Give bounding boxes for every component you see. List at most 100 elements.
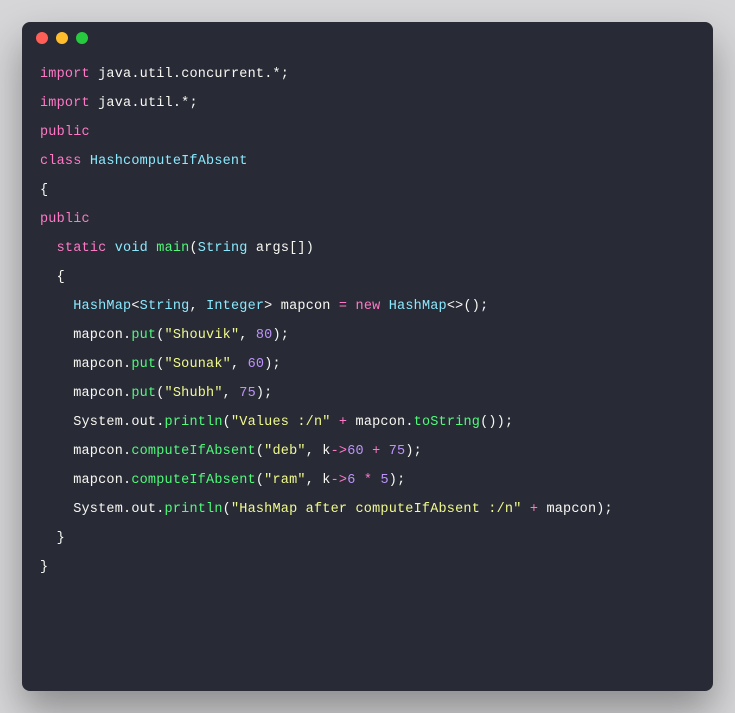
code-line: {: [40, 176, 695, 205]
code-token: "Shouvik": [165, 328, 240, 343]
code-token: "deb": [264, 444, 306, 459]
code-line: import java.util.*;: [40, 89, 695, 118]
code-token: ,: [223, 386, 240, 401]
code-token: import: [40, 96, 90, 111]
code-token: , k: [306, 444, 331, 459]
code-token: 6: [347, 473, 355, 488]
code-token: class: [40, 154, 90, 169]
code-token: [40, 241, 57, 256]
code-token: out: [131, 502, 156, 517]
code-token: );: [596, 502, 613, 517]
minimize-icon[interactable]: [56, 32, 68, 44]
code-token: ->: [331, 473, 348, 488]
code-line: mapcon.put("Shubh", 75);: [40, 379, 695, 408]
code-token: HashMap: [73, 299, 131, 314]
code-token: []): [289, 241, 314, 256]
code-token: new: [356, 299, 381, 314]
code-line: public: [40, 205, 695, 234]
code-area: import java.util.concurrent.*;import jav…: [22, 54, 713, 598]
code-line: class HashcomputeIfAbsent: [40, 147, 695, 176]
code-token: println: [165, 415, 223, 430]
code-token: static: [57, 241, 107, 256]
code-token: "Sounak": [165, 357, 231, 372]
code-line: mapcon.computeIfAbsent("ram", k->6 * 5);: [40, 466, 695, 495]
window-titlebar: [22, 22, 713, 54]
code-token: HashcomputeIfAbsent: [90, 154, 248, 169]
code-token: , k: [306, 473, 331, 488]
code-token: "Shubh": [165, 386, 223, 401]
code-token: {: [40, 270, 65, 285]
code-token: .: [156, 502, 164, 517]
code-line: System.out.println("Values :/n" + mapcon…: [40, 408, 695, 437]
code-line: HashMap<String, Integer> mapcon = new Ha…: [40, 292, 695, 321]
code-token: (: [256, 444, 264, 459]
code-line: mapcon.put("Sounak", 60);: [40, 350, 695, 379]
code-token: mapcon: [40, 473, 123, 488]
code-token: main: [156, 241, 189, 256]
code-token: <>: [447, 299, 464, 314]
code-token: +: [530, 502, 538, 517]
code-token: .: [156, 415, 164, 430]
code-line: }: [40, 524, 695, 553]
code-token: put: [131, 386, 156, 401]
code-token: [90, 67, 98, 82]
code-token: );: [272, 328, 289, 343]
code-token: util: [140, 67, 173, 82]
code-token: String: [198, 241, 248, 256]
code-token: (: [156, 357, 164, 372]
code-token: computeIfAbsent: [131, 473, 256, 488]
code-token: public: [40, 212, 90, 227]
code-token: );: [405, 444, 422, 459]
code-token: mapcon: [40, 444, 123, 459]
zoom-icon[interactable]: [76, 32, 88, 44]
code-token: ->: [331, 444, 348, 459]
code-token: import: [40, 67, 90, 82]
code-token: ,: [231, 357, 248, 372]
code-token: 5: [380, 473, 388, 488]
code-token: concurrent: [181, 67, 264, 82]
code-token: Integer: [206, 299, 264, 314]
code-token: [380, 299, 388, 314]
code-token: (: [156, 386, 164, 401]
code-token: java: [98, 67, 131, 82]
code-token: "Values :/n": [231, 415, 331, 430]
code-line: public: [40, 118, 695, 147]
code-token: mapcon: [40, 386, 123, 401]
code-token: put: [131, 328, 156, 343]
code-window: import java.util.concurrent.*;import jav…: [22, 22, 713, 691]
code-token: ();: [463, 299, 488, 314]
code-line: static void main(String args[]): [40, 234, 695, 263]
code-token: .*;: [173, 96, 198, 111]
code-token: [522, 502, 530, 517]
code-token: put: [131, 357, 156, 372]
code-token: mapcon: [40, 328, 123, 343]
code-token: java: [98, 96, 131, 111]
code-token: public: [40, 125, 90, 140]
code-token: .: [405, 415, 413, 430]
code-token: +: [339, 415, 347, 430]
code-token: ,: [189, 299, 206, 314]
code-line: }: [40, 553, 695, 582]
code-token: .*;: [264, 67, 289, 82]
close-icon[interactable]: [36, 32, 48, 44]
code-token: [364, 444, 372, 459]
code-token: "ram": [264, 473, 306, 488]
code-token: 60: [248, 357, 265, 372]
code-token: (: [223, 415, 231, 430]
code-token: [90, 96, 98, 111]
code-token: "HashMap after computeIfAbsent :/n": [231, 502, 522, 517]
code-line: mapcon.computeIfAbsent("deb", k->60 + 75…: [40, 437, 695, 466]
code-token: .: [173, 67, 181, 82]
code-token: [380, 444, 388, 459]
code-token: [356, 473, 364, 488]
code-token: =: [339, 299, 347, 314]
code-token: [331, 415, 339, 430]
code-token: mapcon: [40, 357, 123, 372]
code-token: .: [131, 96, 139, 111]
code-token: computeIfAbsent: [131, 444, 256, 459]
code-line: mapcon.put("Shouvik", 80);: [40, 321, 695, 350]
code-token: args: [248, 241, 290, 256]
code-token: ());: [480, 415, 513, 430]
code-line: import java.util.concurrent.*;: [40, 60, 695, 89]
code-token: toString: [414, 415, 480, 430]
